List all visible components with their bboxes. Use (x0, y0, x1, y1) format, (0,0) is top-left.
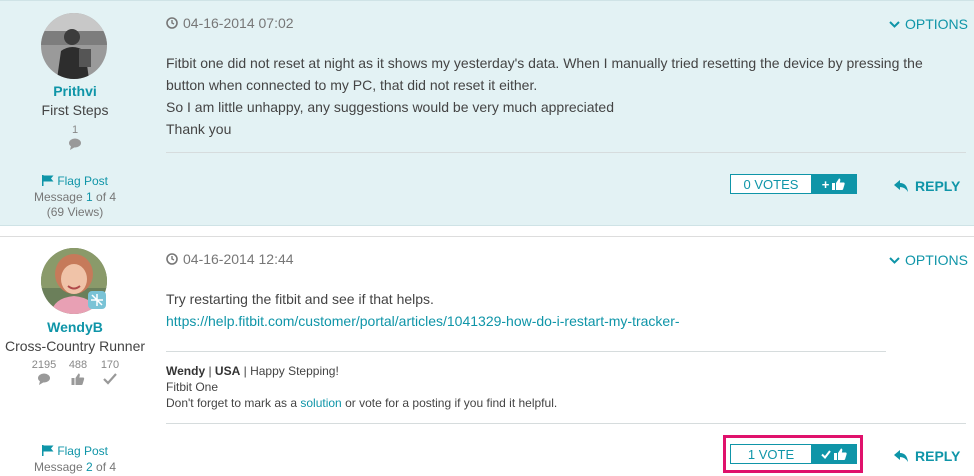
message-line: Thank you (166, 121, 232, 137)
post-date: 04-16-2014 07:02 (166, 15, 294, 31)
reply-arrow-icon (894, 450, 908, 462)
flag-icon (41, 445, 54, 456)
checkmark-icon (820, 449, 831, 459)
reply-label: REPLY (915, 178, 961, 194)
plus-label: + (821, 176, 830, 192)
solutions-count: 170 (100, 359, 120, 371)
message-post-2: WendyB Cross-Country Runner 2195 488 170… (0, 236, 974, 476)
clock-icon (166, 253, 178, 265)
message-post-1: Prithvi First Steps 1 Flag Post Message … (0, 0, 974, 226)
post-footer-divider (166, 423, 966, 424)
author-avatar[interactable] (41, 13, 107, 79)
options-label: OPTIONS (905, 16, 969, 32)
speech-bubble-icon (38, 373, 50, 385)
post-footer-divider (166, 152, 966, 153)
vote-widget: 1 VOTE (730, 444, 857, 464)
author-rank: Cross-Country Runner (4, 338, 146, 354)
post-date: 04-16-2014 12:44 (166, 251, 294, 267)
message-line: So I am little unhappy, any suggestions … (166, 99, 614, 115)
view-count: (69 Views) (46, 205, 104, 219)
message-body: Try restarting the fitbit and see if tha… (166, 288, 946, 332)
flag-icon (41, 175, 54, 186)
vote-widget: 0 VOTES + (730, 174, 857, 194)
clock-icon (166, 17, 178, 29)
user-signature: Wendy | USA | Happy Stepping! Fitbit One… (166, 363, 886, 411)
message-index-link[interactable]: 1 (86, 190, 93, 204)
thumbs-up-icon (71, 373, 85, 385)
kudo-given-button[interactable] (811, 445, 856, 463)
post-date-text: 04-16-2014 07:02 (183, 15, 294, 31)
reply-arrow-icon (894, 180, 908, 192)
options-menu[interactable]: OPTIONS (889, 252, 968, 268)
message-position: Message 2 of 4 (33, 460, 117, 474)
flag-post-label: Flag Post (57, 444, 109, 458)
message-index-link[interactable]: 2 (86, 460, 93, 474)
reply-button[interactable]: REPLY (894, 178, 960, 194)
post-date-text: 04-16-2014 12:44 (183, 251, 294, 267)
author-name[interactable]: WendyB (0, 319, 150, 335)
badge-icon (88, 291, 106, 309)
checkmark-icon (103, 373, 117, 385)
thumbs-up-icon (832, 178, 845, 190)
chevron-down-icon (889, 256, 900, 264)
options-label: OPTIONS (905, 252, 969, 268)
flag-post-label: Flag Post (57, 174, 109, 188)
signature-country: USA (214, 364, 241, 378)
reply-label: REPLY (915, 448, 961, 464)
signature-divider (166, 351, 886, 352)
author-rank: First Steps (41, 102, 109, 118)
speech-bubble-icon (69, 138, 81, 150)
reply-button[interactable]: REPLY (894, 448, 960, 464)
message-position: Message 1 of 4 (33, 190, 117, 204)
options-menu[interactable]: OPTIONS (889, 16, 968, 32)
signature-device: Fitbit One (166, 380, 219, 394)
vote-count[interactable]: 1 VOTE (731, 445, 811, 463)
message-count: 2195 (31, 359, 57, 371)
message-line: button when connected to my PC, that did… (166, 77, 538, 93)
signature-motto: Happy Stepping! (250, 364, 339, 378)
flag-post-link[interactable]: Flag Post (0, 444, 150, 458)
give-kudo-button[interactable]: + (811, 175, 856, 193)
flag-post-link[interactable]: Flag Post (0, 174, 150, 188)
message-body: Fitbit one did not reset at night as it … (166, 52, 966, 140)
kudos-count: 488 (68, 359, 88, 371)
message-count: 1 (71, 124, 79, 136)
solution-link[interactable]: solution (300, 396, 341, 410)
message-line: Fitbit one did not reset at night as it … (166, 55, 923, 71)
help-article-link[interactable]: https://help.fitbit.com/customer/portal/… (166, 313, 680, 329)
message-line: Try restarting the fitbit and see if tha… (166, 291, 434, 307)
chevron-down-icon (889, 20, 900, 28)
author-name[interactable]: Prithvi (0, 83, 150, 99)
signature-name: Wendy (166, 364, 206, 378)
thumbs-up-icon (833, 448, 847, 460)
vote-count[interactable]: 0 VOTES (731, 175, 811, 193)
